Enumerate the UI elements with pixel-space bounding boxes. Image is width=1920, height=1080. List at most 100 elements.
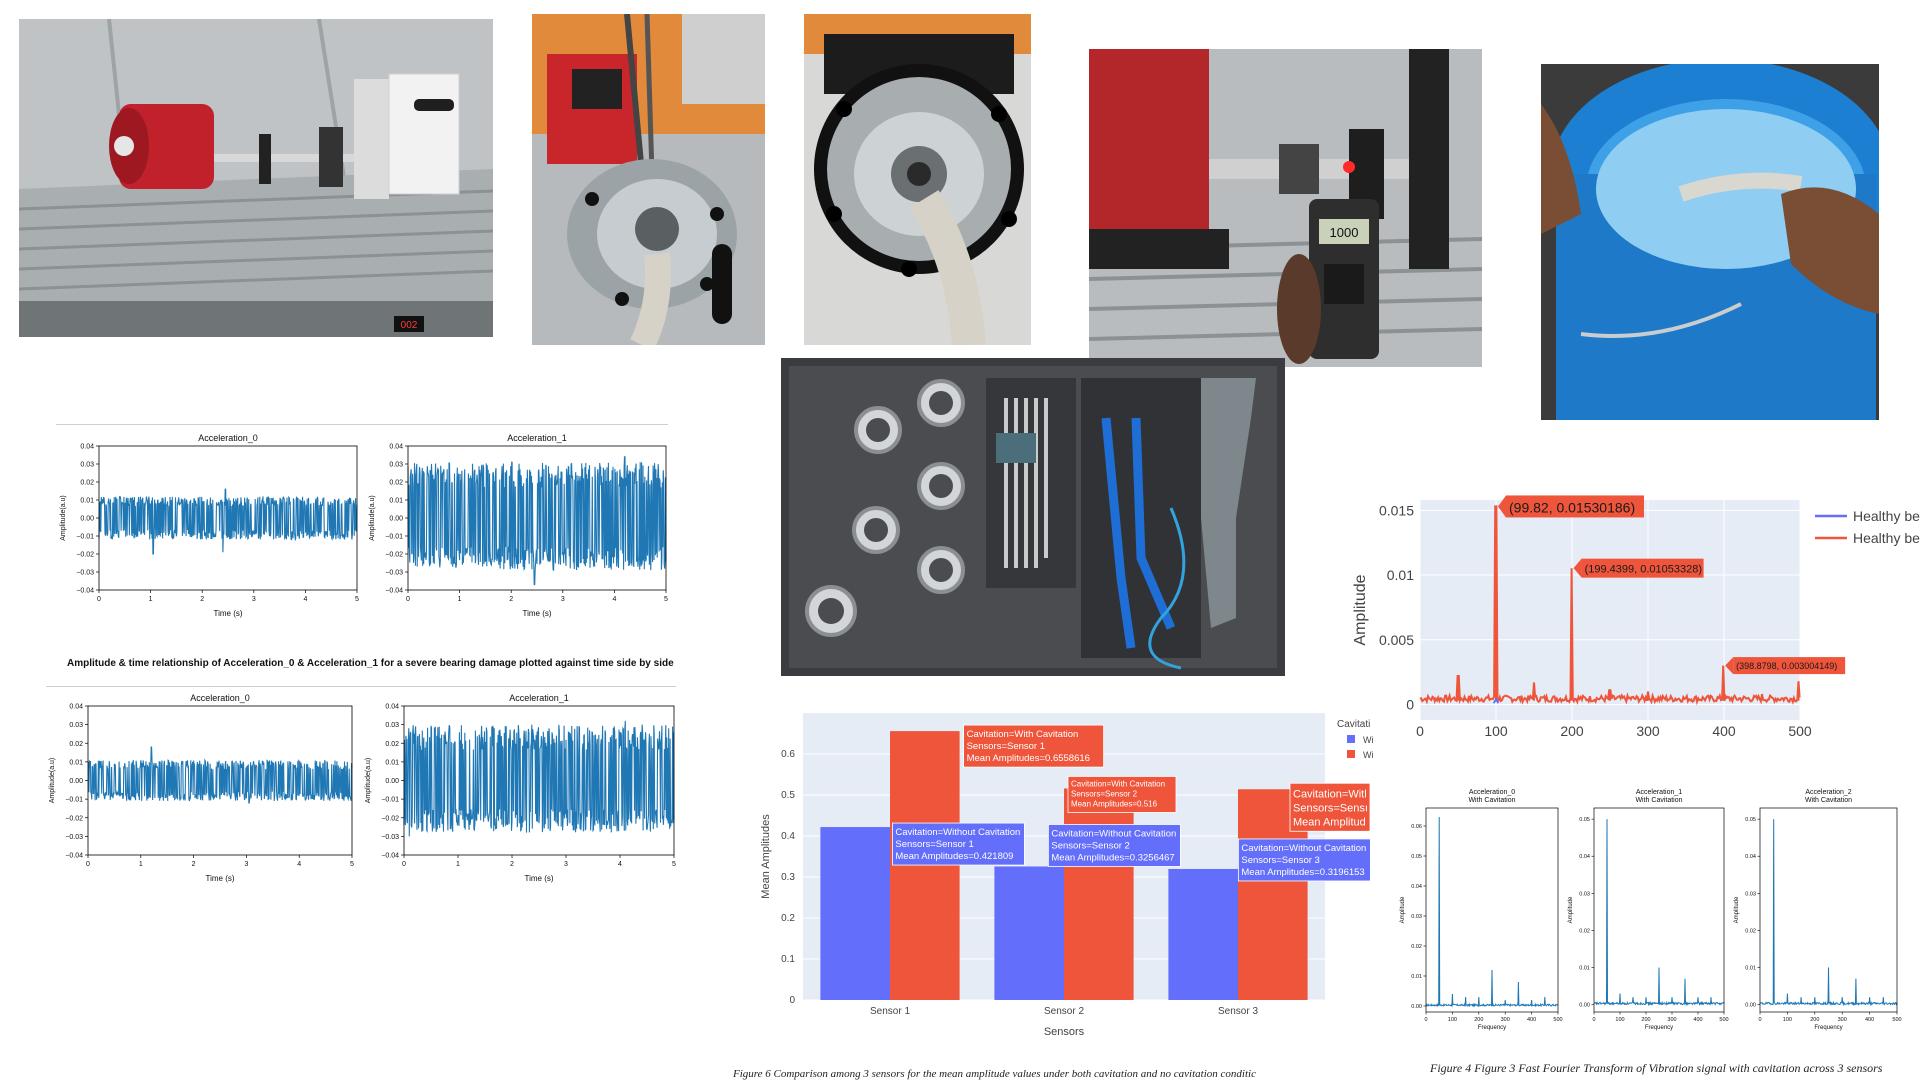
fft-acceleration-1-svg: Acceleration_1With Cavitation 0 100 200 300 4… bbox=[1568, 789, 1729, 1031]
time-chart-bottom-left: Acceleration_0 Time (s) Amplitude(a.u) 0 1 2 3… bbox=[42, 690, 358, 885]
tooltip-text: Sensors=Sensor 1 bbox=[895, 839, 973, 850]
hover-tooltip: Cavitation=Without CavitationSensors=Sen… bbox=[1237, 838, 1371, 882]
x-tick-label: 5 bbox=[355, 596, 359, 603]
chart-title: Acceleration_1 bbox=[1636, 789, 1682, 796]
y-tick-label: 0.04 bbox=[385, 704, 399, 711]
x-tick-label: 4 bbox=[612, 596, 616, 603]
hover-tooltip: Cavitation=Without CavitationSensors=Sen… bbox=[1047, 824, 1181, 867]
time-figure-heading: Amplitude & time relationship of Acceler… bbox=[67, 658, 674, 669]
y-tick-label: 0.01 bbox=[385, 759, 399, 766]
x-tick-label: 0 bbox=[402, 861, 406, 868]
x-tick-label: 5 bbox=[664, 596, 668, 603]
fft-acceleration-0-chart: Acceleration_0 With Cavitation 0 100 200 300 4… bbox=[1396, 786, 1566, 1040]
x-tick-label: 1 bbox=[139, 861, 143, 868]
y-tick-label: 0.00 bbox=[69, 778, 83, 785]
water-bucket-photo bbox=[1541, 64, 1879, 420]
y-axis-label: Amplitude(a.u) bbox=[49, 758, 56, 804]
y-tick-label: 0.03 bbox=[1411, 914, 1422, 920]
pump-closeup-illustration bbox=[532, 14, 765, 345]
time-chart-top-right-svg: Acceleration_1 Time (s) Amplitude(a.u) 0 1 2 3… bbox=[369, 433, 668, 618]
y-tick-label: 0.00 bbox=[1411, 1004, 1422, 1010]
signal-trace bbox=[407, 456, 667, 586]
y-tick-label: −0.02 bbox=[76, 552, 94, 559]
x-tick-label: 500 bbox=[1892, 1017, 1901, 1023]
fft-acceleration-2-chart: Acceleration_2 With Cavitation 0 100 200 300 4… bbox=[1730, 786, 1905, 1040]
y-tick-label: 0.03 bbox=[389, 462, 403, 469]
tooltip-text: Sensors=Sensor 1 bbox=[967, 741, 1045, 752]
fft-comparison-chart: 0 100 200 300 400 500 0 0.005 0.01 0.015 (99.82, 0… bbox=[1345, 495, 1920, 760]
x-tick-label: 500 bbox=[1719, 1017, 1728, 1023]
signal-trace bbox=[98, 488, 358, 555]
y-tick-label: 0.00 bbox=[80, 516, 94, 523]
y-tick-label: 0.05 bbox=[1745, 817, 1756, 823]
y-tick-label: 0.04 bbox=[69, 704, 83, 711]
x-axis-label: Frequency bbox=[1645, 1025, 1673, 1031]
y-tick-label: −0.02 bbox=[381, 815, 399, 822]
tooltip-text: Mean Amplitudes=0.516 bbox=[1071, 799, 1158, 808]
x-axis-label: Time (s) bbox=[524, 874, 553, 883]
x-tick-label: 500 bbox=[1788, 723, 1812, 739]
y-tick-label: 0.01 bbox=[1745, 965, 1756, 971]
tachometer-photo: 1000 bbox=[1089, 49, 1482, 367]
x-axis-label: Frequency bbox=[1478, 1025, 1506, 1031]
signal-trace bbox=[87, 746, 353, 804]
y-tick-label: 0.1 bbox=[781, 954, 795, 965]
chart-title: Acceleration_1 bbox=[509, 693, 569, 703]
y-tick-label: 0.00 bbox=[1579, 1003, 1590, 1009]
pump-front-photo bbox=[804, 14, 1031, 345]
y-tick-label: 0.02 bbox=[80, 480, 94, 487]
hover-tooltip: Cavitation=Without CavitationSensors=Sen… bbox=[891, 822, 1025, 866]
chart-title: Acceleration_0 bbox=[198, 433, 258, 443]
y-tick-label: 0.01 bbox=[1579, 965, 1590, 971]
pump-closeup-photo bbox=[532, 14, 765, 345]
x-tick-label: Sensor 3 bbox=[1218, 1006, 1258, 1017]
y-axis-label: Amplitude(a.u) bbox=[60, 495, 67, 541]
bar-without-cavitation bbox=[994, 866, 1064, 1000]
chart-title: Acceleration_0 bbox=[190, 693, 250, 703]
x-tick-label: 0 bbox=[97, 596, 101, 603]
y-tick-label: 0.01 bbox=[69, 759, 83, 766]
fft-trace bbox=[1759, 819, 1898, 1007]
x-tick-label: 4 bbox=[303, 596, 307, 603]
y-tick-label: 0.6 bbox=[781, 749, 795, 760]
x-tick-label: 400 bbox=[1712, 723, 1736, 739]
tooltip-text: Mean Amplitud bbox=[1293, 816, 1366, 828]
y-tick-label: 0.03 bbox=[1579, 891, 1590, 897]
mean-amplitude-bar-chart: 0 0.1 0.2 0.3 0.4 0.5 0.6 Sensor 1 Sensor 2 Senso… bbox=[755, 705, 1380, 1040]
bearings-and-tools-photo bbox=[781, 358, 1285, 676]
bar-with-cavitation bbox=[1064, 788, 1134, 1000]
y-tick-label: −0.04 bbox=[385, 588, 403, 595]
x-axis-label: Time (s) bbox=[205, 874, 234, 883]
motor-rig-photo: 002 bbox=[19, 19, 493, 337]
y-tick-label: −0.04 bbox=[381, 853, 399, 860]
x-tick-label: 0 bbox=[1592, 1017, 1595, 1023]
x-tick-label: 100 bbox=[1783, 1017, 1792, 1023]
x-tick-label: 2 bbox=[509, 596, 513, 603]
y-tick-label: −0.04 bbox=[76, 588, 94, 595]
y-tick-label: 0.01 bbox=[1411, 974, 1422, 980]
x-tick-label: 2 bbox=[200, 596, 204, 603]
x-tick-label: 0 bbox=[86, 861, 90, 868]
hover-tooltip: Cavitation=With CavitationSensors=Sensor… bbox=[963, 724, 1105, 768]
y-axis-label: Amplitude bbox=[1400, 896, 1406, 923]
tooltip-text: Mean Amplitudes=0.6558616 bbox=[967, 753, 1090, 764]
x-tick-label: 0 bbox=[1424, 1017, 1427, 1023]
x-tick-label: 400 bbox=[1865, 1017, 1874, 1023]
y-tick-label: −0.01 bbox=[381, 797, 399, 804]
y-tick-label: 0 bbox=[789, 995, 795, 1006]
x-tick-label: 3 bbox=[244, 861, 248, 868]
x-tick-label: 300 bbox=[1636, 723, 1660, 739]
y-tick-label: 0.015 bbox=[1379, 502, 1414, 518]
y-tick-label: 0.5 bbox=[781, 790, 795, 801]
mean-amplitude-bar-chart-svg: 0 0.1 0.2 0.3 0.4 0.5 0.6 Sensor 1 Sensor 2 Senso… bbox=[760, 713, 1374, 1038]
x-tick-label: 3 bbox=[564, 861, 568, 868]
y-tick-label: −0.01 bbox=[385, 534, 403, 541]
y-tick-label: 0.05 bbox=[1411, 854, 1422, 860]
y-tick-label: 0 bbox=[1406, 696, 1414, 712]
y-tick-label: 0.03 bbox=[1745, 891, 1756, 897]
tooltip-text: Cavitation=Without Cavitation bbox=[1241, 843, 1366, 854]
fft-comparison-chart-svg: 0 100 200 300 400 500 0 0.005 0.01 0.015 (99.82, 0… bbox=[1352, 495, 1920, 739]
x-tick-label: Sensor 1 bbox=[870, 1006, 910, 1017]
x-tick-label: 1 bbox=[456, 861, 460, 868]
annotation-text: (398.8798, 0.003004149) bbox=[1736, 661, 1837, 671]
